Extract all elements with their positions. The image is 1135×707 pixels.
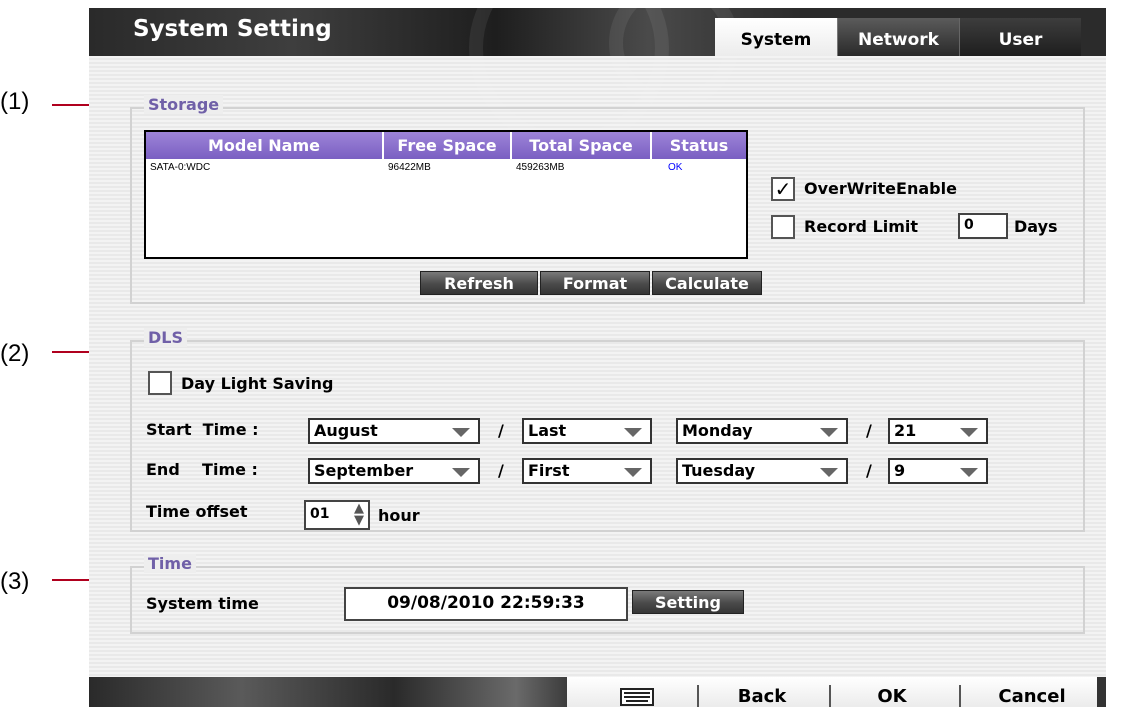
storage-table-header: Model Name Free Space Total Space Status (146, 132, 746, 159)
spin-arrows-icon[interactable]: ▲ ▼ (354, 502, 364, 527)
slash-separator: / (866, 421, 872, 440)
time-offset-value: 01 (310, 506, 330, 522)
chevron-down-icon (820, 428, 838, 437)
system-time-field[interactable]: 09/08/2010 22:59:33 (344, 587, 628, 621)
time-offset-label: Time offset (146, 502, 248, 521)
dls-group: DLS Day Light Saving Start Time : August… (130, 328, 1085, 532)
end-month-value: September (314, 461, 414, 480)
end-date-value: 9 (894, 461, 906, 480)
tab-system[interactable]: System (715, 18, 837, 56)
day-light-saving-label: Day Light Saving (181, 374, 334, 393)
time-offset-stepper[interactable]: 01 ▲ ▼ (304, 500, 370, 530)
record-limit-checkbox[interactable] (771, 215, 795, 239)
storage-group: Storage Model Name Free Space Total Spac… (130, 95, 1085, 304)
callout-3: (3) (0, 568, 30, 595)
tab-network[interactable]: Network (837, 18, 959, 56)
chevron-down-icon (820, 468, 838, 477)
ok-button[interactable]: OK (837, 677, 947, 707)
start-month-select[interactable]: August (308, 418, 480, 444)
time-offset-unit: hour (378, 506, 420, 525)
time-legend: Time (144, 554, 196, 573)
column-model-name: Model Name (146, 132, 384, 159)
chevron-down-icon (960, 428, 978, 437)
end-time-label: End Time : (146, 460, 258, 479)
separator (697, 685, 699, 707)
start-week-value: Last (528, 421, 567, 440)
cell-status: OK (668, 162, 683, 173)
storage-legend: Storage (144, 95, 224, 114)
end-date-select[interactable]: 9 (888, 458, 988, 484)
dls-legend: DLS (144, 328, 187, 347)
end-week-select[interactable]: First (522, 458, 652, 484)
callout-2: (2) (0, 340, 30, 367)
format-button[interactable]: Format (540, 271, 650, 295)
window-title: System Setting (133, 16, 332, 42)
chevron-down-icon (624, 428, 642, 437)
cell-free: 96422MB (388, 162, 431, 173)
slash-separator: / (498, 421, 504, 440)
tab-user[interactable]: User (959, 18, 1081, 56)
keyboard-icon[interactable] (597, 677, 677, 707)
chevron-down-icon (452, 428, 470, 437)
end-day-value: Tuesday (682, 461, 756, 480)
table-row[interactable]: SATA-0:WDC 96422MB 459263MB OK (146, 159, 746, 179)
slash-separator: / (498, 461, 504, 480)
day-light-saving-checkbox[interactable] (148, 371, 172, 395)
slash-separator: / (866, 461, 872, 480)
record-limit-days-input[interactable]: 0 (958, 213, 1008, 239)
overwrite-enable-checkbox[interactable]: ✓ (771, 177, 795, 201)
title-bar: System Setting System Network User (89, 0, 1106, 148)
time-setting-button[interactable]: Setting (632, 590, 744, 614)
end-week-value: First (528, 461, 570, 480)
calculate-button[interactable]: Calculate (652, 271, 762, 295)
column-total-space: Total Space (512, 132, 652, 159)
cell-total: 459263MB (516, 162, 565, 173)
chevron-down-icon (960, 468, 978, 477)
bottom-bar: Back OK Cancel (89, 677, 1106, 707)
record-limit-label: Record Limit (804, 217, 919, 236)
storage-table[interactable]: Model Name Free Space Total Space Status… (144, 130, 748, 259)
start-week-select[interactable]: Last (522, 418, 652, 444)
cancel-button[interactable]: Cancel (967, 677, 1097, 707)
start-time-label: Start Time : (146, 420, 259, 439)
back-button[interactable]: Back (707, 677, 817, 707)
start-date-select[interactable]: 21 (888, 418, 988, 444)
start-day-select[interactable]: Monday (676, 418, 848, 444)
days-label: Days (1014, 217, 1058, 236)
separator (959, 685, 961, 707)
separator (829, 685, 831, 707)
end-day-select[interactable]: Tuesday (676, 458, 848, 484)
chevron-down-icon (624, 468, 642, 477)
column-status: Status (669, 136, 729, 155)
start-date-value: 21 (894, 421, 917, 440)
system-time-label: System time (146, 594, 259, 613)
start-month-value: August (314, 421, 378, 440)
callout-1: (1) (0, 88, 30, 115)
chevron-down-icon (452, 468, 470, 477)
bottom-button-strip: Back OK Cancel (567, 677, 1097, 707)
start-day-value: Monday (682, 421, 753, 440)
column-free-space: Free Space (384, 132, 512, 159)
refresh-button[interactable]: Refresh (420, 271, 538, 295)
time-group: Time System time 09/08/2010 22:59:33 Set… (130, 554, 1085, 634)
end-month-select[interactable]: September (308, 458, 480, 484)
overwrite-enable-label: OverWriteEnable (804, 179, 957, 198)
cell-model: SATA-0:WDC (150, 162, 211, 173)
system-setting-window: System Setting System Network User Stora… (89, 0, 1106, 707)
